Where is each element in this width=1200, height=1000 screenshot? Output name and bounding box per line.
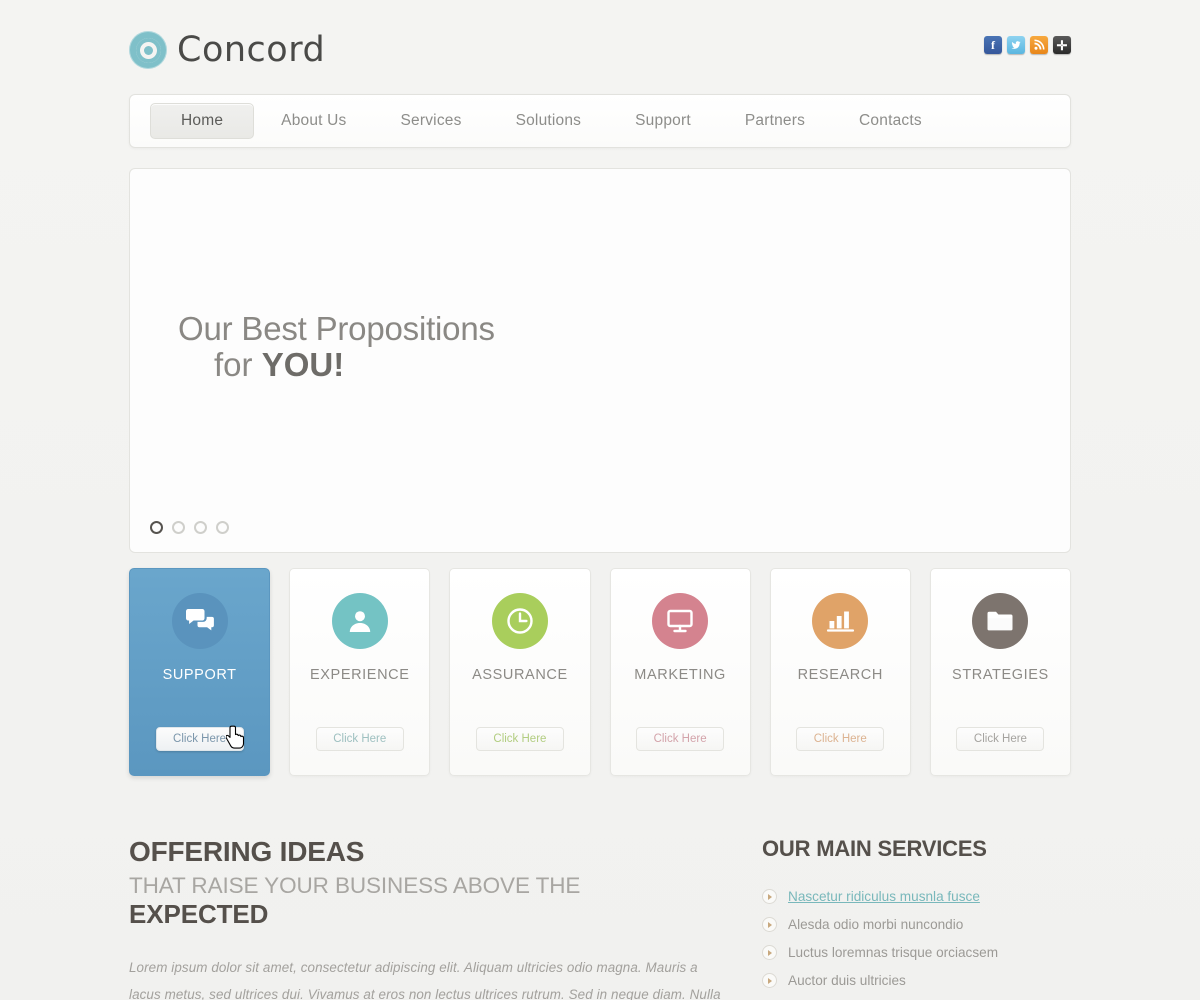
services-heading: OUR MAIN SERVICES xyxy=(762,836,987,861)
service-card-button[interactable]: Click Here xyxy=(956,727,1045,751)
offering-paragraph: Lorem ipsum dolor sit amet, consectetur … xyxy=(129,960,721,1000)
hero-headline-prefix: for xyxy=(214,345,262,383)
offering-ideas-column: OFFERING IDEAS THAT RAISE YOUR BUSINESS … xyxy=(129,836,725,1000)
arrow-circle-icon xyxy=(762,973,777,988)
service-card-title: RESEARCH xyxy=(797,667,883,683)
nav-item-support[interactable]: Support xyxy=(608,103,718,139)
service-card-title: ASSURANCE xyxy=(472,667,568,683)
service-card-support[interactable]: SUPPORT Click Here xyxy=(129,568,271,776)
hero-headline-line1: Our Best Propositions xyxy=(178,310,495,347)
service-card-assurance[interactable]: ASSURANCE Click Here xyxy=(449,568,591,776)
offering-subheading-strong: EXPECTED xyxy=(129,899,269,929)
folder-icon xyxy=(972,593,1029,649)
nav-item-about-us[interactable]: About Us xyxy=(254,103,373,139)
speech-bubbles-icon xyxy=(171,593,228,649)
service-link[interactable]: Luctus loremnas trisque orciacsem xyxy=(788,945,998,960)
hero-headline-strong: YOU! xyxy=(261,345,345,383)
hero-slider: Our Best Propositions for YOU! xyxy=(129,168,1071,553)
arrow-circle-icon xyxy=(762,917,777,932)
share-icon[interactable]: ✛ xyxy=(1053,36,1071,54)
service-card-button[interactable]: Click Here xyxy=(636,727,725,751)
service-link[interactable]: Nascetur ridiculus musnla fusce xyxy=(788,889,980,904)
offering-subheading-prefix: THAT RAISE YOUR BUSINESS ABOVE THE xyxy=(129,873,581,898)
twitter-icon[interactable] xyxy=(1007,36,1025,54)
nav-item-solutions[interactable]: Solutions xyxy=(489,103,609,139)
social-links: f ✛ xyxy=(984,36,1071,54)
rss-icon[interactable] xyxy=(1030,36,1048,54)
service-card-title: SUPPORT xyxy=(162,667,237,683)
hero-headline: Our Best Propositions for YOU! xyxy=(178,311,495,382)
service-card-title: EXPERIENCE xyxy=(310,667,410,683)
service-card-experience[interactable]: EXPERIENCE Click Here xyxy=(289,568,431,776)
service-card-button[interactable]: Click Here xyxy=(315,727,404,751)
slider-dot-4[interactable] xyxy=(216,521,229,534)
user-avatar-icon xyxy=(331,593,388,649)
offering-subheading: THAT RAISE YOUR BUSINESS ABOVE THE EXPEC… xyxy=(129,873,725,930)
list-item[interactable]: Luctus loremnas trisque orciacsem xyxy=(762,940,1071,965)
arrow-circle-icon xyxy=(762,889,777,904)
hero-headline-line2: for YOU! xyxy=(178,345,495,383)
list-item[interactable]: Situmamet dolor amet, consectetuer xyxy=(762,996,1071,1000)
service-link[interactable]: Alesda odio morbi nuncondio xyxy=(788,917,963,932)
services-list: Nascetur ridiculus musnla fusce Alesda o… xyxy=(762,884,1071,1000)
bar-chart-icon xyxy=(812,593,869,649)
list-item[interactable]: Auctor duis ultricies xyxy=(762,968,1071,993)
facebook-icon[interactable]: f xyxy=(984,36,1002,54)
main-navigation: Home About Us Services Solutions Support… xyxy=(129,94,1071,148)
slider-pagination xyxy=(150,521,229,534)
site-header: Concord f ✛ xyxy=(129,22,1071,84)
service-cards: SUPPORT Click Here EXPERIENCE Click Here xyxy=(129,568,1072,776)
service-card-button[interactable]: Click Here xyxy=(796,727,885,751)
service-link[interactable]: Auctor duis ultricies xyxy=(788,973,906,988)
nav-item-partners[interactable]: Partners xyxy=(718,103,832,139)
list-item[interactable]: Nascetur ridiculus musnla fusce xyxy=(762,884,1071,909)
service-card-marketing[interactable]: MARKETING Click Here xyxy=(609,568,751,776)
service-card-strategies[interactable]: STRATEGIES Click Here xyxy=(929,568,1072,776)
service-card-button[interactable]: Click Here xyxy=(475,727,564,751)
clock-icon xyxy=(491,593,548,649)
monitor-icon xyxy=(652,593,709,649)
nav-item-contacts[interactable]: Contacts xyxy=(832,103,949,139)
list-item[interactable]: Alesda odio morbi nuncondio xyxy=(762,912,1071,937)
service-card-title: STRATEGIES xyxy=(952,667,1049,683)
target-circles-icon xyxy=(129,31,167,69)
service-card-title: MARKETING xyxy=(634,667,726,683)
main-services-column: OUR MAIN SERVICES Nascetur ridiculus mus… xyxy=(762,836,1071,1000)
page-root: Concord f ✛ Home About Us Services Solut… xyxy=(0,0,1200,1000)
arrow-circle-icon xyxy=(762,945,777,960)
logo-text: Concord xyxy=(177,30,326,70)
nav-item-services[interactable]: Services xyxy=(374,103,489,139)
service-card-button[interactable]: Click Here xyxy=(155,727,244,751)
site-logo[interactable]: Concord xyxy=(129,30,325,70)
slider-dot-1[interactable] xyxy=(150,521,163,534)
slider-dot-2[interactable] xyxy=(172,521,185,534)
nav-item-home[interactable]: Home xyxy=(150,103,255,139)
service-card-research[interactable]: RESEARCH Click Here xyxy=(769,568,911,776)
slider-dot-3[interactable] xyxy=(194,521,207,534)
offering-heading: OFFERING IDEAS xyxy=(129,836,365,867)
